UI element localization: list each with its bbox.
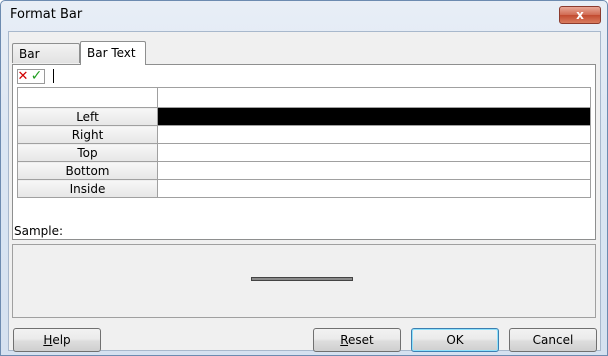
entry-text-cursor[interactable] — [53, 69, 54, 83]
cell-bottom-text[interactable] — [157, 161, 591, 180]
sample-bar — [251, 277, 353, 281]
dialog-body: Bar Shape Bar Text ✕ ✓ Left — [8, 31, 601, 352]
cell-inside-text[interactable] — [157, 179, 591, 198]
tab-label: Bar Text — [87, 46, 136, 60]
grid-header-row — [17, 87, 591, 108]
help-label: elp — [52, 333, 71, 347]
row-label-right: Right — [17, 125, 158, 144]
bar-text-panel: ✕ ✓ Left Right Top Bottom Inside — [12, 64, 596, 240]
grid-row-bottom: Bottom — [17, 161, 591, 180]
reset-label: eset — [348, 333, 374, 347]
sample-label: Sample: — [14, 224, 64, 238]
ok-label: OK — [446, 333, 464, 347]
cancel-label: Cancel — [532, 333, 574, 347]
row-label-top: Top — [17, 143, 158, 162]
row-label-left: Left — [17, 107, 158, 126]
sample-preview — [12, 244, 596, 318]
entry-bar: ✕ ✓ — [17, 69, 591, 85]
close-button[interactable]: x — [559, 6, 601, 24]
ok-button[interactable]: OK — [411, 328, 499, 352]
grid-row-left: Left — [17, 107, 591, 126]
row-label-bottom: Bottom — [17, 161, 158, 180]
title-bar[interactable]: Format Bar x — [1, 1, 607, 31]
grid-row-right: Right — [17, 125, 591, 144]
cell-left-text[interactable] — [157, 107, 591, 126]
row-label-inside: Inside — [17, 179, 158, 198]
grid-row-top: Top — [17, 143, 591, 162]
accept-entry-icon[interactable]: ✓ — [30, 69, 43, 83]
bar-text-grid: Left Right Top Bottom Inside — [17, 87, 591, 198]
cell-right-text[interactable] — [157, 125, 591, 144]
close-icon: x — [576, 8, 584, 22]
reset-button[interactable]: Reset — [313, 328, 401, 352]
dialog-title: Format Bar — [10, 7, 83, 22]
tab-bar-shape[interactable]: Bar Shape — [12, 43, 80, 81]
grid-header-cell — [157, 87, 591, 108]
cancel-entry-icon[interactable]: ✕ — [17, 70, 29, 83]
help-button[interactable]: Help — [13, 328, 101, 352]
reset-mnemonic: R — [340, 333, 349, 347]
help-mnemonic: H — [43, 333, 53, 347]
tab-bar-text[interactable]: Bar Text — [80, 41, 146, 65]
cell-top-text[interactable] — [157, 143, 591, 162]
grid-corner-cell — [17, 87, 158, 108]
format-bar-dialog: Format Bar x Bar Shape Bar Text ✕ ✓ — [0, 0, 608, 356]
cancel-button[interactable]: Cancel — [509, 328, 597, 352]
grid-row-inside: Inside — [17, 179, 591, 198]
